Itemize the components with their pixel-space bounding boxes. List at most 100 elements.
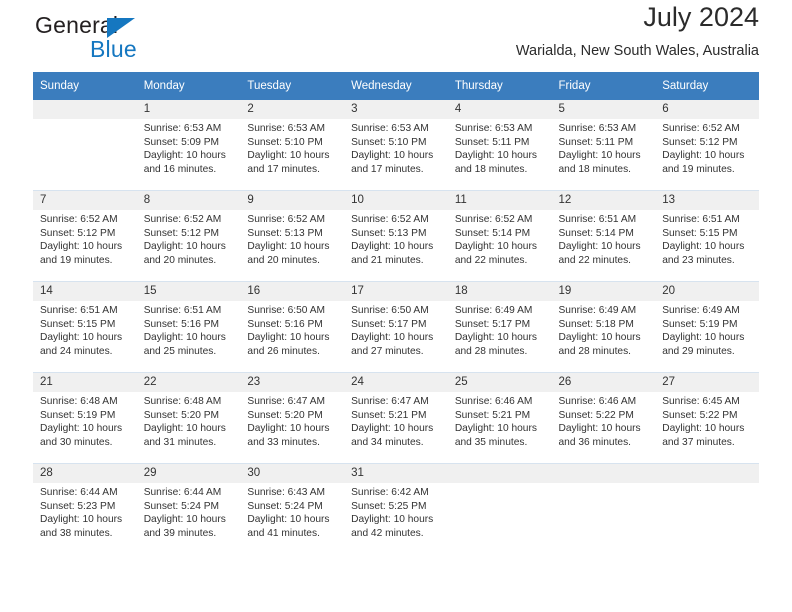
calendar-day-cell[interactable]: 17 Sunrise: 6:50 AM Sunset: 5:17 PM Dayligh… — [344, 281, 448, 373]
sunset-time: Sunset: 5:20 PM — [143, 409, 220, 421]
daylight-duration-line2: and 17 minutes. — [351, 163, 424, 175]
sunset-time: Sunset: 5:18 PM — [558, 318, 634, 330]
calendar-day-cell-empty — [33, 100, 137, 191]
sunrise-time: Sunrise: 6:51 AM — [143, 305, 222, 316]
calendar-day-cell[interactable]: 22 Sunrise: 6:48 AM Sunset: 5:20 PM Dayligh… — [136, 372, 241, 464]
sunrise-time: Sunrise: 6:49 AM — [558, 305, 637, 316]
sunset-time: Sunset: 5:09 PM — [143, 136, 220, 148]
calendar-day-cell[interactable]: 15 Sunrise: 6:51 AM Sunset: 5:16 PM Dayligh… — [136, 281, 241, 373]
day-number: 27 — [655, 373, 759, 392]
calendar-day-cell[interactable]: 30 Sunrise: 6:43 AM Sunset: 5:24 PM Dayligh… — [240, 463, 345, 554]
sunrise-time: Sunrise: 6:46 AM — [558, 396, 637, 407]
day-number: 22 — [136, 373, 241, 392]
day-details: Sunrise: 6:48 AM Sunset: 5:20 PM Daylight:… — [137, 392, 241, 449]
day-details: Sunrise: 6:50 AM Sunset: 5:17 PM Daylight:… — [344, 301, 448, 358]
daylight-duration-line2: and 19 minutes. — [40, 254, 113, 266]
calendar-day-cell[interactable]: 4 Sunrise: 6:53 AM Sunset: 5:11 PM Daylight… — [447, 100, 552, 191]
calendar-day-cell[interactable]: 11 Sunrise: 6:52 AM Sunset: 5:14 PM Dayligh… — [447, 190, 552, 282]
day-details: Sunrise: 6:49 AM Sunset: 5:19 PM Daylight:… — [655, 301, 759, 358]
daylight-duration-line2: and 31 minutes. — [143, 436, 217, 448]
daylight-duration-line2: and 28 minutes. — [558, 345, 632, 357]
day-details: Sunrise: 6:51 AM Sunset: 5:15 PM Daylight:… — [655, 210, 759, 267]
calendar-day-cell[interactable]: 31 Sunrise: 6:42 AM Sunset: 5:25 PM Dayligh… — [344, 463, 448, 554]
day-number: 5 — [551, 100, 656, 119]
calendar-day-cell[interactable]: 2 Sunrise: 6:53 AM Sunset: 5:10 PM Daylight… — [240, 100, 345, 191]
sunrise-time: Sunrise: 6:49 AM — [662, 305, 740, 316]
daylight-duration-line2: and 20 minutes. — [247, 254, 320, 266]
day-number — [447, 464, 552, 483]
sunset-time: Sunset: 5:25 PM — [351, 500, 427, 512]
calendar-week-row: 21 Sunrise: 6:48 AM Sunset: 5:19 PM Dayligh… — [33, 372, 759, 464]
calendar-day-cell[interactable]: 23 Sunrise: 6:47 AM Sunset: 5:20 PM Dayligh… — [240, 372, 345, 464]
calendar-day-cell[interactable]: 7 Sunrise: 6:52 AM Sunset: 5:12 PM Daylight… — [33, 190, 137, 282]
calendar-day-cell[interactable]: 9 Sunrise: 6:52 AM Sunset: 5:13 PM Daylight… — [240, 190, 345, 282]
day-details: Sunrise: 6:52 AM Sunset: 5:12 PM Daylight:… — [137, 210, 241, 267]
daylight-duration-line1: Daylight: 10 hours — [558, 332, 641, 344]
sunset-time: Sunset: 5:22 PM — [558, 409, 634, 421]
calendar-day-cell[interactable]: 14 Sunrise: 6:51 AM Sunset: 5:15 PM Dayligh… — [33, 281, 137, 373]
calendar-day-cell[interactable]: 5 Sunrise: 6:53 AM Sunset: 5:11 PM Daylight… — [551, 100, 656, 191]
sunset-time: Sunset: 5:13 PM — [351, 227, 427, 239]
calendar-day-cell[interactable]: 13 Sunrise: 6:51 AM Sunset: 5:15 PM Dayligh… — [655, 190, 759, 282]
daylight-duration-line2: and 28 minutes. — [454, 345, 528, 357]
daylight-duration-line1: Daylight: 10 hours — [662, 423, 745, 435]
daylight-duration-line1: Daylight: 10 hours — [662, 150, 745, 162]
daylight-duration-line1: Daylight: 10 hours — [662, 332, 745, 344]
sunrise-time: Sunrise: 6:52 AM — [40, 214, 118, 225]
calendar-week-row: 14 Sunrise: 6:51 AM Sunset: 5:15 PM Dayligh… — [33, 281, 759, 373]
daylight-duration-line1: Daylight: 10 hours — [351, 423, 434, 435]
calendar-day-cell[interactable]: 16 Sunrise: 6:50 AM Sunset: 5:16 PM Dayligh… — [240, 281, 345, 373]
calendar-day-cell[interactable]: 3 Sunrise: 6:53 AM Sunset: 5:10 PM Daylight… — [344, 100, 448, 191]
day-details: Sunrise: 6:52 AM Sunset: 5:12 PM Daylight:… — [655, 119, 759, 176]
calendar-day-cell[interactable]: 19 Sunrise: 6:49 AM Sunset: 5:18 PM Dayligh… — [551, 281, 656, 373]
daylight-duration-line1: Daylight: 10 hours — [40, 514, 123, 526]
daylight-duration-line1: Daylight: 10 hours — [351, 514, 434, 526]
general-blue-logo[interactable]: General Blue — [33, 12, 263, 70]
day-number: 30 — [240, 464, 345, 483]
sunset-time: Sunset: 5:19 PM — [40, 409, 116, 421]
day-number: 17 — [344, 282, 448, 301]
day-details: Sunrise: 6:52 AM Sunset: 5:13 PM Daylight:… — [344, 210, 448, 267]
calendar-day-cell[interactable]: 25 Sunrise: 6:46 AM Sunset: 5:21 PM Dayligh… — [447, 372, 552, 464]
day-number — [655, 464, 759, 483]
daylight-duration-line1: Daylight: 10 hours — [247, 514, 330, 526]
day-details: Sunrise: 6:51 AM Sunset: 5:14 PM Daylight:… — [552, 210, 656, 267]
sunrise-time: Sunrise: 6:47 AM — [247, 396, 325, 407]
daylight-duration-line1: Daylight: 10 hours — [454, 150, 537, 162]
day-details: Sunrise: 6:44 AM Sunset: 5:24 PM Daylight:… — [137, 483, 241, 540]
day-details: Sunrise: 6:53 AM Sunset: 5:10 PM Daylight:… — [240, 119, 344, 176]
day-number: 9 — [240, 191, 345, 210]
sunrise-time: Sunrise: 6:53 AM — [558, 123, 637, 134]
calendar-day-cell[interactable]: 10 Sunrise: 6:52 AM Sunset: 5:13 PM Dayligh… — [344, 190, 448, 282]
calendar-day-cell[interactable]: 12 Sunrise: 6:51 AM Sunset: 5:14 PM Dayligh… — [551, 190, 656, 282]
day-number: 13 — [655, 191, 759, 210]
logo-triangle-icon — [107, 18, 135, 38]
calendar-day-cell[interactable]: 21 Sunrise: 6:48 AM Sunset: 5:19 PM Dayligh… — [33, 372, 137, 464]
day-number: 14 — [33, 282, 137, 301]
day-number: 2 — [240, 100, 345, 119]
day-details: Sunrise: 6:46 AM Sunset: 5:21 PM Daylight:… — [448, 392, 552, 449]
calendar-day-cell[interactable]: 24 Sunrise: 6:47 AM Sunset: 5:21 PM Dayligh… — [344, 372, 448, 464]
sunrise-time: Sunrise: 6:46 AM — [454, 396, 533, 407]
day-number: 19 — [551, 282, 656, 301]
calendar-day-cell[interactable]: 26 Sunrise: 6:46 AM Sunset: 5:22 PM Dayligh… — [551, 372, 656, 464]
calendar-week-row: 1 Sunrise: 6:53 AM Sunset: 5:09 PM Daylight… — [33, 100, 759, 191]
calendar-day-cell[interactable]: 8 Sunrise: 6:52 AM Sunset: 5:12 PM Daylight… — [136, 190, 241, 282]
calendar-day-cell[interactable]: 28 Sunrise: 6:44 AM Sunset: 5:23 PM Dayligh… — [33, 463, 137, 554]
calendar-day-cell[interactable]: 1 Sunrise: 6:53 AM Sunset: 5:09 PM Daylight… — [136, 100, 241, 191]
page-header: General Blue July 2024 Warialda, New Sou… — [33, 0, 759, 72]
day-number: 4 — [447, 100, 552, 119]
sunset-time: Sunset: 5:12 PM — [143, 227, 220, 239]
daylight-duration-line2: and 16 minutes. — [143, 163, 217, 175]
calendar-day-cell[interactable]: 20 Sunrise: 6:49 AM Sunset: 5:19 PM Dayligh… — [655, 281, 759, 373]
day-number: 15 — [136, 282, 241, 301]
calendar-day-cell[interactable]: 6 Sunrise: 6:52 AM Sunset: 5:12 PM Daylight… — [655, 100, 759, 191]
calendar-day-cell[interactable]: 18 Sunrise: 6:49 AM Sunset: 5:17 PM Dayligh… — [447, 281, 552, 373]
sunrise-time: Sunrise: 6:48 AM — [143, 396, 222, 407]
day-details: Sunrise: 6:51 AM Sunset: 5:15 PM Daylight:… — [33, 301, 137, 358]
calendar-day-cell[interactable]: 27 Sunrise: 6:45 AM Sunset: 5:22 PM Dayligh… — [655, 372, 759, 464]
daylight-duration-line1: Daylight: 10 hours — [351, 150, 434, 162]
sunrise-time: Sunrise: 6:53 AM — [247, 123, 325, 134]
sunrise-time: Sunrise: 6:53 AM — [143, 123, 222, 134]
calendar-day-cell[interactable]: 29 Sunrise: 6:44 AM Sunset: 5:24 PM Dayligh… — [136, 463, 241, 554]
